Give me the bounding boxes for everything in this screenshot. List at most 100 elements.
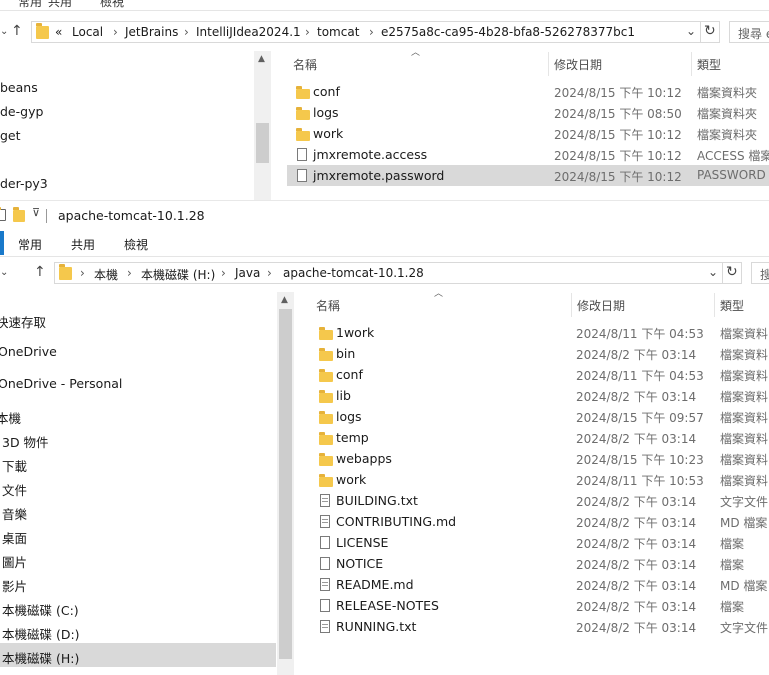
- list-item[interactable]: RUNNING.txt 2024/8/2 下午 03:14 文字文件: [310, 616, 769, 637]
- nav-scrollbar-thumb[interactable]: [256, 123, 269, 163]
- list-item[interactable]: lib 2024/8/2 下午 03:14 檔案資料: [310, 385, 769, 406]
- file-type: 檔案: [720, 600, 745, 614]
- refresh-button[interactable]: ↻: [700, 21, 720, 43]
- list-item[interactable]: bin 2024/8/2 下午 03:14 檔案資料: [310, 343, 769, 364]
- file-date: 2024/8/2 下午 03:14: [576, 558, 697, 572]
- breadcrumb-guid-folder[interactable]: e2575a8c-ca95-4b28-bfa8-526278377bc1: [381, 25, 635, 39]
- ribbon-tab-view[interactable]: 檢視: [124, 236, 148, 253]
- search-box[interactable]: 搜: [751, 262, 769, 284]
- nav-item-de-gyp[interactable]: de-gyp: [0, 104, 43, 119]
- ribbon-tab-share[interactable]: 共用: [71, 236, 95, 253]
- folder-icon: [319, 327, 333, 343]
- list-item[interactable]: conf 2024/8/15 下午 10:12 檔案資料夾: [287, 81, 769, 102]
- nav-item-documents[interactable]: 文件: [2, 480, 27, 499]
- folder-icon: [319, 369, 333, 385]
- nav-item-music[interactable]: 音樂: [2, 504, 27, 523]
- nav-scrollbar[interactable]: ▲: [254, 51, 271, 200]
- list-item[interactable]: CONTRIBUTING.md 2024/8/2 下午 03:14 MD 檔案: [310, 511, 769, 532]
- text-file-icon: [320, 620, 330, 636]
- file-type: MD 檔案: [720, 516, 768, 530]
- quick-access-folder-icon[interactable]: [13, 207, 25, 225]
- breadcrumb-local[interactable]: Local: [72, 25, 103, 39]
- address-dropdown-icon[interactable]: ⌄: [686, 24, 696, 38]
- address-bar[interactable]: « Local › JetBrains › IntelliJIdea2024.1…: [31, 21, 701, 43]
- nav-item-beans[interactable]: beans: [0, 80, 38, 95]
- file-type: 檔案: [720, 558, 745, 572]
- nav-item-pictures[interactable]: 圖片: [2, 552, 27, 571]
- nav-scrollbar[interactable]: ▲: [277, 292, 294, 675]
- file-type: 檔案資料: [720, 411, 769, 425]
- list-item[interactable]: jmxremote.access 2024/8/15 下午 10:12 ACCE…: [287, 144, 769, 165]
- nav-item-quick-access[interactable]: 快速存取: [0, 312, 46, 331]
- breadcrumb-java[interactable]: Java: [235, 266, 260, 280]
- column-header-name[interactable]: 名稱: [316, 297, 340, 314]
- column-header-date[interactable]: 修改日期: [577, 297, 625, 314]
- ribbon-tab-view[interactable]: 檢視: [100, 0, 124, 10]
- breadcrumb-tomcat[interactable]: tomcat: [317, 25, 359, 39]
- list-item[interactable]: BUILDING.txt 2024/8/2 下午 03:14 文字文件: [310, 490, 769, 511]
- dropdown-recent-icon[interactable]: ⌄: [0, 26, 8, 37]
- list-item[interactable]: temp 2024/8/2 下午 03:14 檔案資料: [310, 427, 769, 448]
- address-dropdown-icon[interactable]: ⌄: [708, 265, 718, 279]
- quick-access-dropdown-icon[interactable]: ⊽: [32, 206, 40, 219]
- ribbon-file-tab[interactable]: [0, 231, 4, 255]
- nav-item-der-py3[interactable]: der-py3: [0, 176, 48, 191]
- list-item[interactable]: work 2024/8/11 下午 10:53 檔案資料: [310, 469, 769, 490]
- list-item-selected[interactable]: jmxremote.password 2024/8/15 下午 10:12 PA…: [287, 165, 769, 186]
- breadcrumb-apache-tomcat[interactable]: apache-tomcat-10.1.28: [283, 266, 424, 280]
- list-item[interactable]: logs 2024/8/15 下午 08:50 檔案資料夾: [287, 102, 769, 123]
- list-item[interactable]: 1work 2024/8/11 下午 04:53 檔案資料: [310, 322, 769, 343]
- breadcrumb-drive-h[interactable]: 本機磁碟 (H:): [141, 266, 215, 283]
- list-item[interactable]: NOTICE 2024/8/2 下午 03:14 檔案: [310, 553, 769, 574]
- nav-item-drive-c[interactable]: 本機磁碟 (C:): [2, 600, 79, 619]
- text-file-icon: [320, 578, 330, 594]
- list-item[interactable]: webapps 2024/8/15 下午 10:23 檔案資料: [310, 448, 769, 469]
- refresh-button[interactable]: ↻: [722, 262, 742, 284]
- breadcrumb-this-pc[interactable]: 本機: [94, 266, 118, 283]
- file-type: 檔案資料: [720, 327, 769, 341]
- nav-item-downloads[interactable]: 下載: [2, 456, 27, 475]
- nav-item-videos[interactable]: 影片: [2, 576, 27, 595]
- file-date: 2024/8/2 下午 03:14: [576, 579, 697, 593]
- file-date: 2024/8/15 下午 10:12: [554, 170, 682, 184]
- nav-item-drive-d[interactable]: 本機磁碟 (D:): [2, 624, 80, 643]
- column-header-type[interactable]: 類型: [697, 56, 721, 73]
- file-name: logs: [336, 409, 362, 424]
- file-name: conf: [336, 367, 363, 382]
- nav-item-onedrive-personal[interactable]: OneDrive - Personal: [0, 376, 122, 391]
- list-item[interactable]: logs 2024/8/15 下午 09:57 檔案資料: [310, 406, 769, 427]
- list-item[interactable]: LICENSE 2024/8/2 下午 03:14 檔案: [310, 532, 769, 553]
- column-header-type[interactable]: 類型: [720, 297, 744, 314]
- file-date: 2024/8/15 下午 09:57: [576, 411, 704, 425]
- ribbon-tab-share[interactable]: 共用: [48, 0, 72, 10]
- nav-item-drive-h[interactable]: 本機磁碟 (H:): [2, 648, 79, 667]
- column-header-name[interactable]: 名稱: [293, 56, 317, 73]
- breadcrumb-overflow[interactable]: «: [55, 25, 62, 39]
- nav-scrollbar-thumb[interactable]: [279, 309, 292, 659]
- up-arrow-icon[interactable]: ↑: [34, 264, 46, 280]
- column-header-date[interactable]: 修改日期: [554, 56, 602, 73]
- address-bar[interactable]: › 本機 › 本機磁碟 (H:) › Java › apache-tomcat-…: [54, 262, 723, 284]
- nav-item-onedrive[interactable]: OneDrive: [0, 344, 57, 359]
- file-date: 2024/8/11 下午 04:53: [576, 369, 704, 383]
- breadcrumb-jetbrains[interactable]: JetBrains: [125, 25, 178, 39]
- search-placeholder: 搜: [760, 266, 769, 283]
- folder-icon: [319, 390, 333, 406]
- breadcrumb-intellij[interactable]: IntelliJIdea2024.1: [196, 25, 301, 39]
- list-item[interactable]: RELEASE-NOTES 2024/8/2 下午 03:14 檔案: [310, 595, 769, 616]
- list-item[interactable]: work 2024/8/15 下午 10:12 檔案資料夾: [287, 123, 769, 144]
- search-box[interactable]: 搜尋 e: [729, 21, 769, 43]
- list-item[interactable]: conf 2024/8/11 下午 04:53 檔案資料: [310, 364, 769, 385]
- dropdown-recent-icon[interactable]: ⌄: [0, 267, 8, 278]
- nav-item-3d-objects[interactable]: 3D 物件: [2, 432, 49, 451]
- file-type: MD 檔案: [720, 579, 768, 593]
- nav-item-get[interactable]: get: [0, 128, 21, 143]
- list-item[interactable]: README.md 2024/8/2 下午 03:14 MD 檔案: [310, 574, 769, 595]
- ribbon-tab-home[interactable]: 常用: [18, 0, 42, 10]
- ribbon-tab-home[interactable]: 常用: [18, 236, 42, 253]
- file-name: RUNNING.txt: [336, 619, 417, 634]
- file-date: 2024/8/2 下午 03:14: [576, 390, 697, 404]
- up-arrow-icon[interactable]: ↑: [11, 23, 23, 39]
- nav-item-this-pc[interactable]: 本機: [0, 408, 21, 427]
- nav-item-desktop[interactable]: 桌面: [2, 528, 27, 547]
